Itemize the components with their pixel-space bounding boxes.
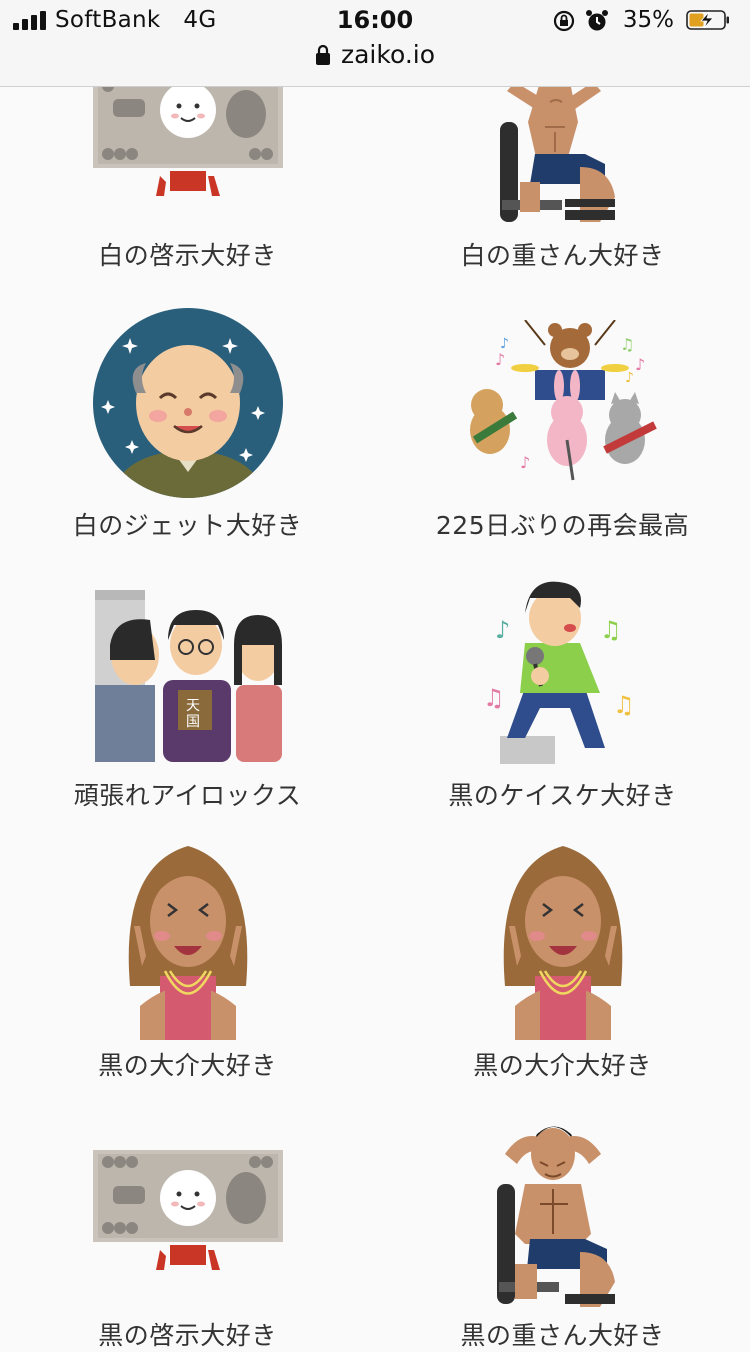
svg-text:♫: ♫	[600, 616, 622, 644]
url-text: zaiko.io	[340, 40, 436, 69]
karaoke-singer-illustration: ♪ ♫ ♫ ♫	[483, 581, 635, 764]
item-label: 黒の大介大好き	[98, 1051, 277, 1080]
item-label: 白の重さん大好き	[460, 241, 665, 270]
banknote-illustration	[93, 76, 283, 196]
svg-text:♪: ♪	[625, 370, 634, 386]
browser-top-bar: SoftBank 4G 16:00 35% zaiko.io	[0, 0, 750, 87]
svg-text:♪: ♪	[495, 616, 510, 644]
grid-item[interactable]: 天 国 頑張れアイロックス	[0, 570, 375, 820]
item-label: 黒の大介大好き	[473, 1051, 652, 1080]
item-label: 白のジェット大好き	[72, 511, 303, 540]
grid-item[interactable]: 黒の啓示大好き	[0, 1110, 375, 1350]
grandpa-portrait-illustration	[93, 308, 283, 498]
svg-text:♫: ♫	[613, 691, 635, 719]
grid-item[interactable]: 白の啓示大好き	[0, 76, 375, 286]
address-bar[interactable]: zaiko.io	[0, 40, 750, 74]
animal-band-illustration: ♪ ♪♪ ♫ ♪ ♪	[470, 320, 657, 481]
gyaru-peace-illustration	[503, 846, 623, 1040]
svg-text:♫: ♫	[483, 684, 505, 712]
door-visitors-illustration: 天 国	[95, 590, 282, 762]
bodybuilder-bench-illustration	[497, 1126, 615, 1307]
grid-item[interactable]: 白のジェット大好き	[0, 300, 375, 550]
svg-text:天: 天	[186, 698, 200, 714]
grid-item[interactable]: 黒の重さん大好き	[375, 1110, 750, 1350]
rotation-lock-icon	[553, 10, 575, 32]
svg-text:♫: ♫	[620, 335, 634, 354]
battery-charging-icon	[686, 10, 729, 30]
grid-item[interactable]: ♪ ♫ ♫ ♫ 黒のケイスケ大好き	[375, 570, 750, 820]
item-label: 黒の重さん大好き	[460, 1321, 665, 1350]
banknote-illustration	[93, 1150, 283, 1270]
status-bar: SoftBank 4G 16:00 35%	[0, 0, 750, 42]
svg-text:♪: ♪	[495, 350, 505, 369]
item-label: 黒の啓示大好き	[98, 1321, 277, 1350]
grid-item[interactable]: 黒の大介大好き	[375, 840, 750, 1090]
grid-item[interactable]: ♪ ♪ ♪ ♫ ♪ ♪ 225日ぶりの再会最高	[375, 300, 750, 550]
item-label: 頑張れアイロックス	[73, 781, 302, 810]
lock-icon	[315, 44, 330, 65]
svg-text:♪: ♪	[635, 355, 645, 374]
svg-text:国: 国	[186, 714, 200, 730]
item-label: 白の啓示大好き	[98, 241, 277, 270]
item-label: 黒のケイスケ大好き	[448, 781, 677, 810]
bodybuilder-bench-illustration	[500, 82, 615, 222]
item-label: 225日ぶりの再会最高	[435, 511, 690, 540]
svg-text:♪: ♪	[500, 336, 509, 352]
gyaru-peace-illustration	[128, 846, 248, 1040]
battery-percent: 35%	[622, 7, 674, 33]
alarm-icon	[586, 10, 608, 31]
grid-item[interactable]: 白の重さん大好き	[375, 82, 750, 286]
grid-item[interactable]: 黒の大介大好き	[0, 840, 375, 1090]
svg-text:♪: ♪	[520, 453, 530, 472]
